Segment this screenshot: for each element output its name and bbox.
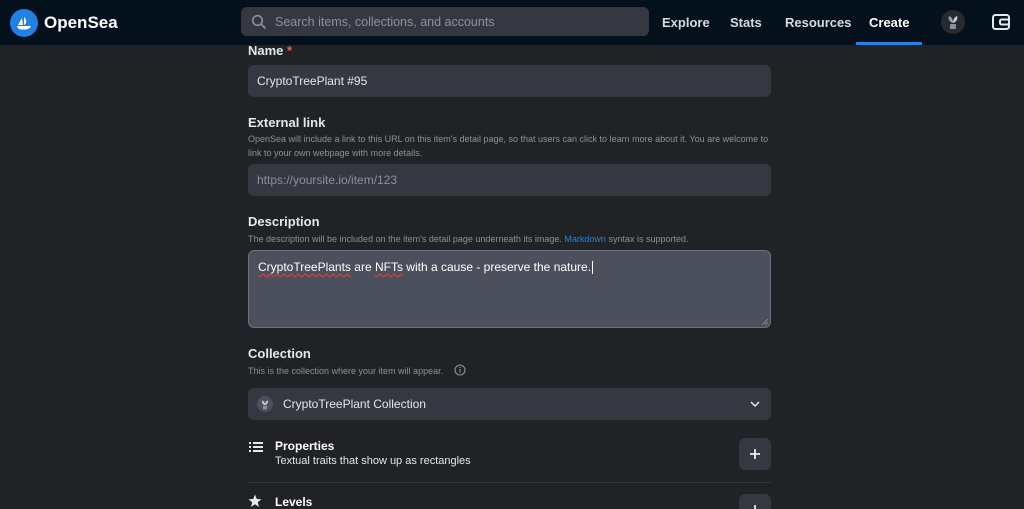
- name-label: Name *: [248, 43, 292, 58]
- description-textarea[interactable]: CryptoTreePlants are NFTs with a cause -…: [248, 250, 771, 328]
- levels-row: Levels: [248, 494, 771, 509]
- star-icon: [248, 494, 262, 507]
- description-help: The description will be included on the …: [248, 232, 778, 246]
- external-link-input[interactable]: https://yoursite.io/item/123: [248, 164, 771, 196]
- description-label: Description: [248, 214, 320, 229]
- add-levels-button[interactable]: [739, 494, 771, 509]
- required-mark: *: [287, 43, 293, 58]
- nav-resources[interactable]: Resources: [785, 0, 851, 45]
- description-text: are: [350, 260, 375, 274]
- levels-title: Levels: [275, 495, 313, 509]
- search-input[interactable]: [273, 13, 647, 30]
- properties-row: Properties Textual traits that show up a…: [248, 438, 771, 482]
- plant-avatar-icon: [948, 16, 958, 29]
- section-divider: [248, 482, 771, 483]
- name-input[interactable]: CryptoTreePlant #95: [248, 65, 771, 97]
- properties-title: Properties: [275, 439, 335, 453]
- top-nav: OpenSea Explore Stats Resources Create: [0, 0, 1024, 45]
- collection-label: Collection: [248, 346, 311, 361]
- list-icon: [249, 442, 263, 452]
- properties-subtitle: Textual traits that show up as rectangle…: [275, 455, 471, 467]
- nav-explore[interactable]: Explore: [662, 0, 710, 45]
- collection-help: This is the collection where your item w…: [248, 366, 444, 376]
- plus-icon: [754, 505, 756, 509]
- description-help-suffix: syntax is supported.: [608, 234, 689, 244]
- collection-avatar: [257, 396, 273, 412]
- resize-handle-icon[interactable]: [762, 319, 768, 325]
- nav-create[interactable]: Create: [869, 0, 909, 45]
- collection-selected: CryptoTreePlant Collection: [283, 397, 426, 411]
- opensea-logo-icon: [10, 8, 38, 37]
- brand-name: OpenSea: [44, 12, 118, 32]
- external-link-help: OpenSea will include a link to this URL …: [248, 134, 769, 158]
- nav-stats[interactable]: Stats: [730, 0, 762, 45]
- collection-select[interactable]: CryptoTreePlant Collection: [248, 388, 771, 420]
- name-label-text: Name: [248, 43, 284, 58]
- description-word: CryptoTreePlants: [258, 260, 351, 274]
- search-icon: [251, 14, 266, 29]
- plus-icon: [750, 449, 760, 459]
- description-word: NFTs: [374, 260, 403, 274]
- description-text: with a cause - preserve the nature.: [402, 260, 592, 274]
- description-help-text: The description will be included on the …: [248, 234, 562, 244]
- profile-avatar[interactable]: [941, 10, 965, 34]
- info-icon[interactable]: [454, 364, 466, 376]
- add-properties-button[interactable]: [739, 438, 771, 470]
- wallet-icon[interactable]: [991, 12, 1011, 32]
- plant-icon: [262, 399, 268, 409]
- active-tab-indicator: [856, 42, 922, 45]
- markdown-link[interactable]: Markdown: [564, 234, 606, 244]
- search-bar[interactable]: [241, 7, 649, 36]
- external-link-label: External link: [248, 115, 326, 130]
- opensea-logo[interactable]: OpenSea: [10, 8, 118, 37]
- chevron-down-icon: [750, 401, 760, 408]
- text-caret: [592, 261, 594, 275]
